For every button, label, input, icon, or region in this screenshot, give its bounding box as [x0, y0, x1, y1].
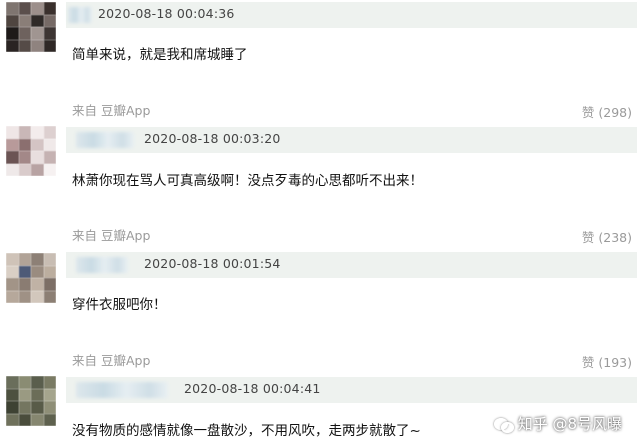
- comment-time: 2020-08-18 00:04:36: [98, 6, 235, 21]
- comment-header: 2020-08-18 00:01:54: [66, 252, 637, 278]
- comment-text: 林萧你现在骂人可真高级啊！没点歹毒的心思都听不出来！: [72, 173, 423, 189]
- watermark-text: 知乎 @8号风曝: [517, 415, 622, 433]
- comment-text: 简单来说，就是我和席城睡了: [72, 47, 248, 63]
- watermark: 知乎 @8号风曝: [493, 413, 622, 434]
- comment-header: 2020-08-18 00:04:36: [66, 2, 637, 28]
- like-button[interactable]: 赞 (238): [582, 227, 632, 246]
- avatar[interactable]: [6, 253, 56, 303]
- avatar[interactable]: [6, 126, 56, 176]
- username-blurred[interactable]: [76, 257, 128, 273]
- wechat-icon: [493, 417, 514, 433]
- comment-header: 2020-08-18 00:03:20: [66, 127, 637, 153]
- comment-time: 2020-08-18 00:04:41: [184, 381, 321, 396]
- comment-text: 穿件衣服吧你！: [72, 297, 167, 313]
- avatar[interactable]: [6, 376, 56, 426]
- comment-header: 2020-08-18 00:04:41: [66, 377, 637, 403]
- comment-time: 2020-08-18 00:01:54: [144, 256, 281, 271]
- like-button[interactable]: 赞 (298): [582, 102, 632, 121]
- comment-time: 2020-08-18 00:03:20: [144, 131, 281, 146]
- comment-source: 来自 豆瓣App: [72, 353, 151, 368]
- comment-text: 没有物质的感情就像一盘散沙，不用风吹，走两步就散了~: [72, 423, 421, 439]
- username-blurred[interactable]: [76, 132, 134, 148]
- username-blurred[interactable]: [76, 382, 168, 398]
- like-button[interactable]: 赞 (193): [582, 352, 632, 371]
- avatar[interactable]: [6, 2, 56, 52]
- comment-source: 来自 豆瓣App: [72, 103, 151, 118]
- comment-source: 来自 豆瓣App: [72, 228, 151, 243]
- username-blurred[interactable]: [68, 7, 92, 23]
